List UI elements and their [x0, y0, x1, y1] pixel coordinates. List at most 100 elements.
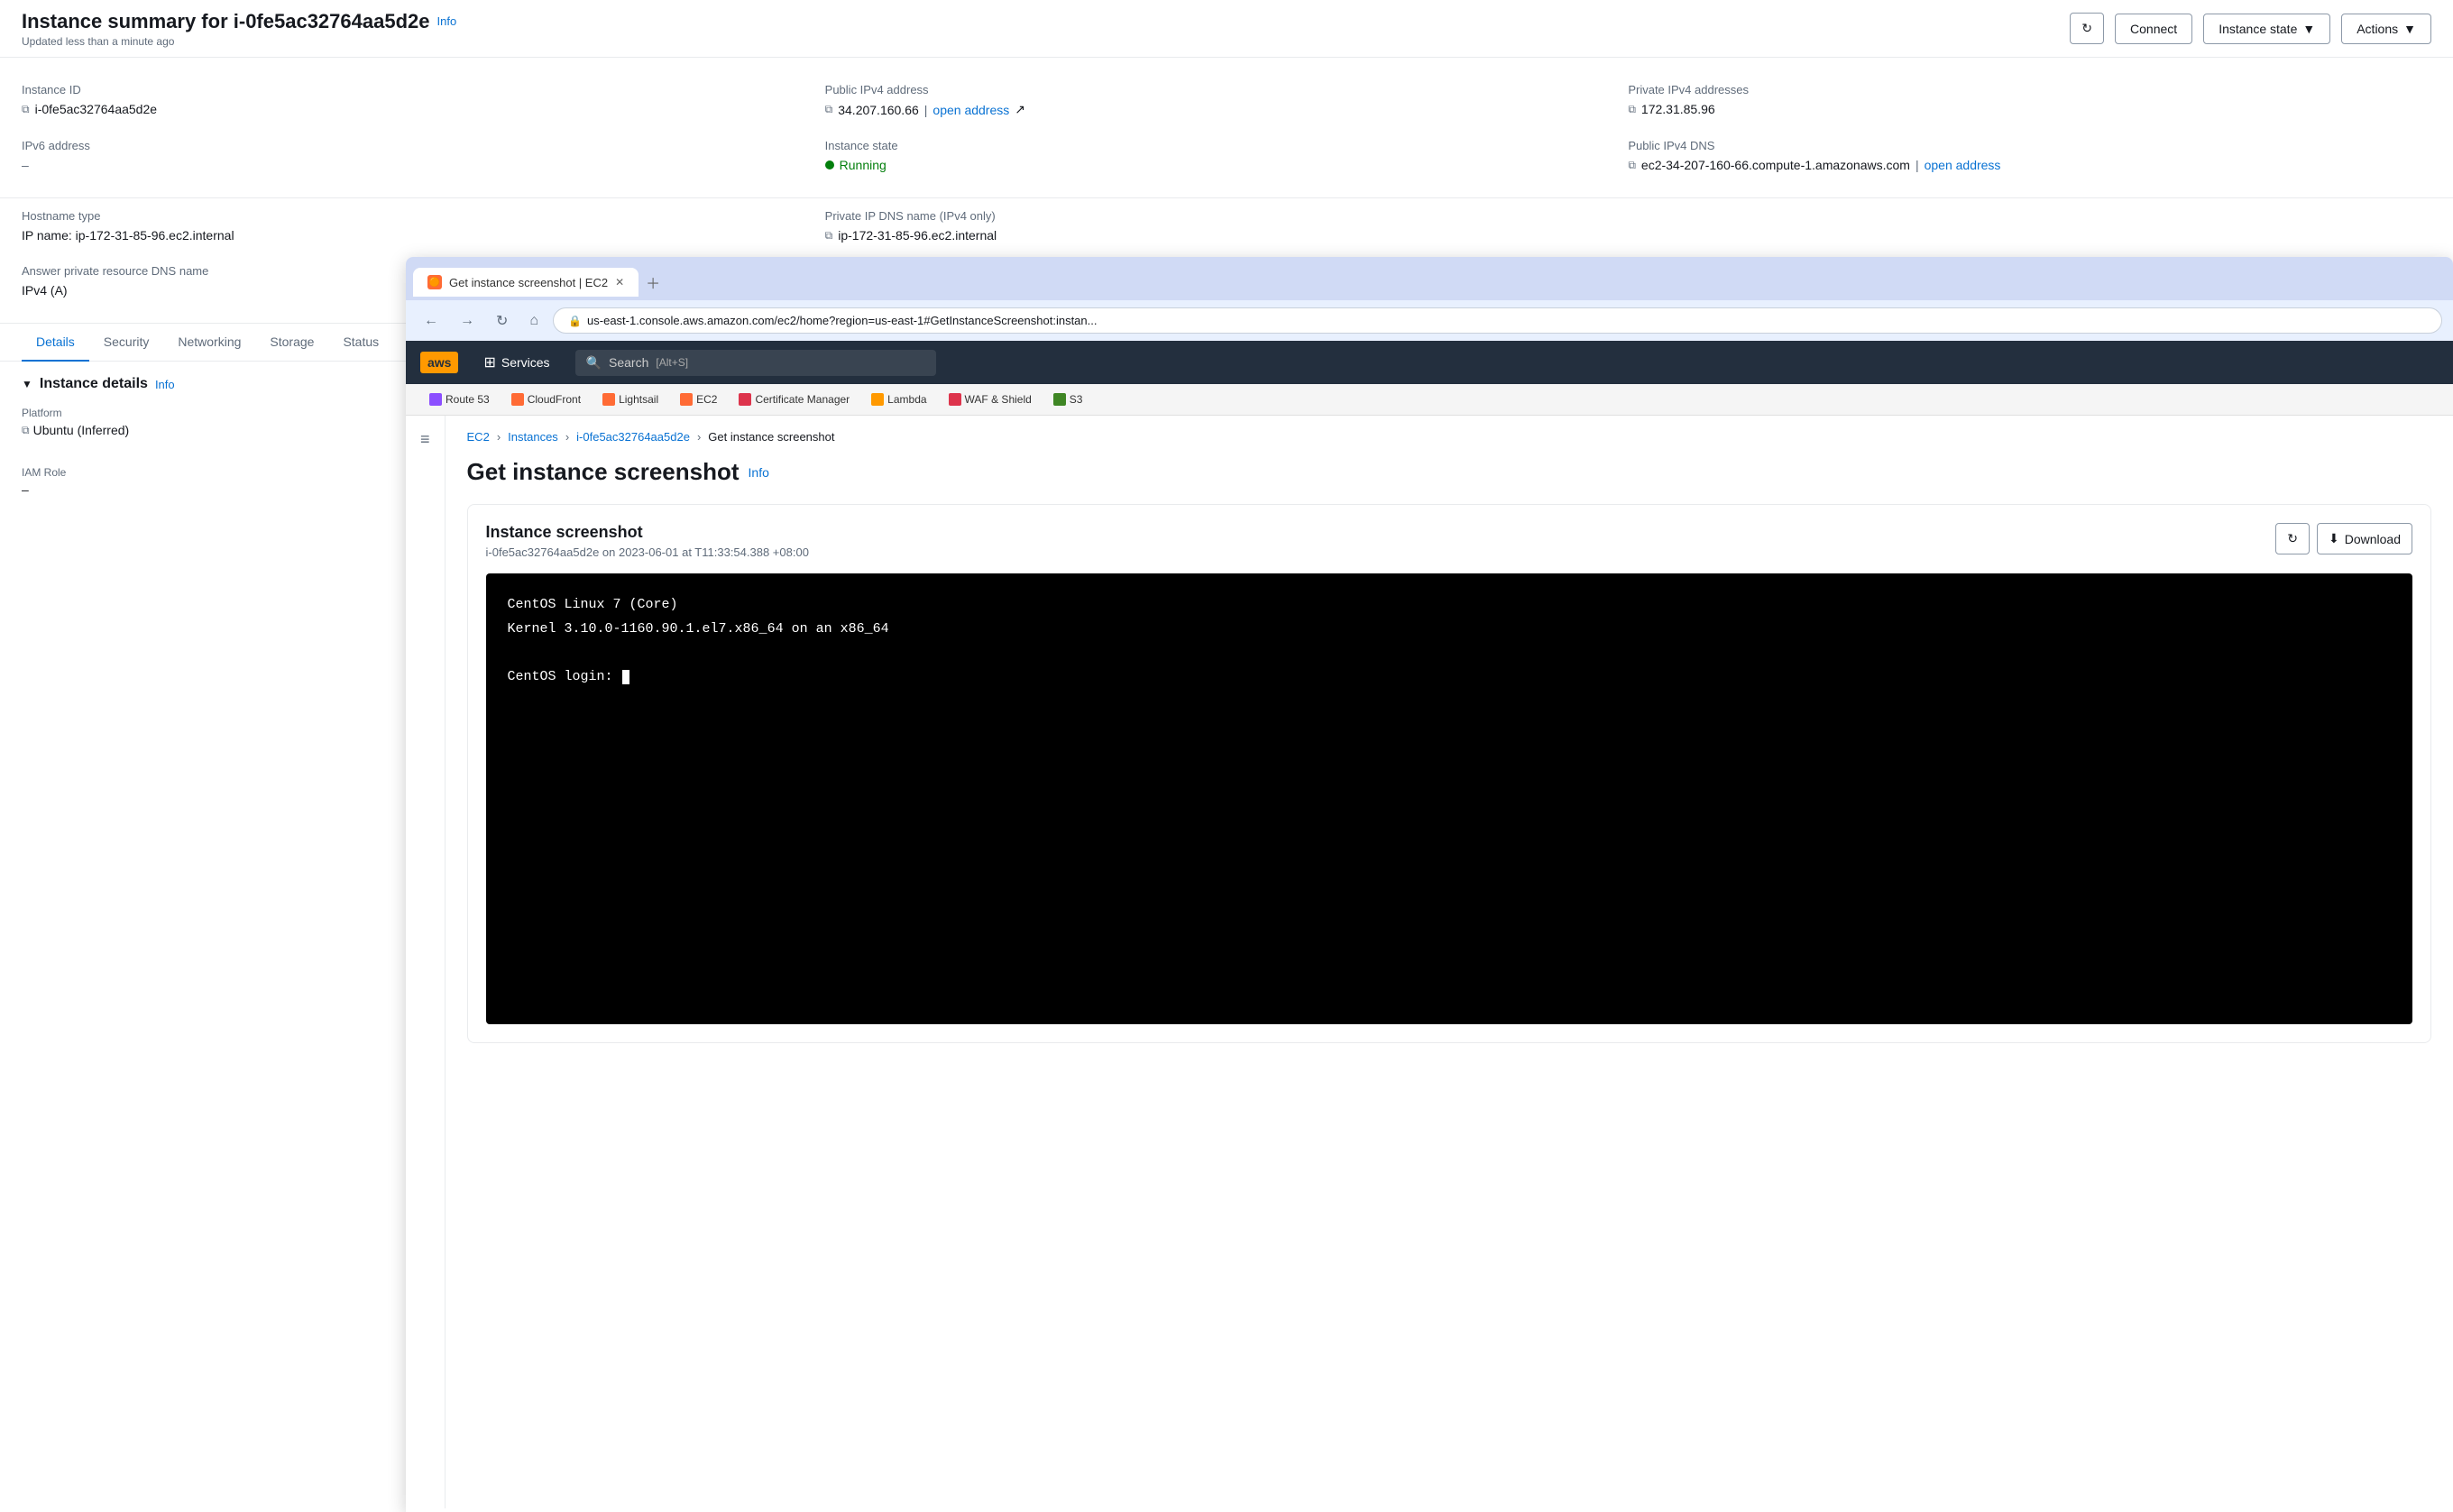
instance-id-value: ⧉ i-0fe5ac32764aa5d2e	[22, 102, 825, 116]
browser-tab-bar: 🟠 Get instance screenshot | EC2 ✕ ＋	[406, 257, 2453, 300]
aws-services-button[interactable]: ⊞ Services	[473, 346, 560, 379]
private-ipv4-label: Private IPv4 addresses	[1628, 83, 2431, 96]
status-dot	[825, 160, 834, 170]
search-icon: 🔍	[586, 355, 602, 371]
breadcrumb-instance-id[interactable]: i-0fe5ac32764aa5d2e	[576, 430, 690, 444]
breadcrumb-instances[interactable]: Instances	[508, 430, 558, 444]
s3-icon	[1053, 393, 1066, 406]
info-link[interactable]: Info	[436, 14, 456, 28]
bookmark-lambda[interactable]: Lambda	[862, 389, 935, 409]
bookmark-cert[interactable]: Certificate Manager	[730, 389, 859, 409]
breadcrumb-current: Get instance screenshot	[708, 430, 834, 444]
tab-storage[interactable]: Storage	[255, 324, 328, 362]
back-button[interactable]: ←	[417, 309, 446, 333]
terminal-screenshot: CentOS Linux 7 (Core) Kernel 3.10.0-1160…	[486, 573, 2412, 1024]
sidebar-toggle[interactable]: ≡	[406, 416, 446, 1508]
cloudfront-icon	[511, 393, 524, 406]
url-text: us-east-1.console.aws.amazon.com/ec2/hom…	[587, 314, 1097, 327]
public-dns-value: ⧉ ec2-34-207-160-66.compute-1.amazonaws.…	[1628, 158, 2431, 172]
instance-state-label: Instance state	[825, 139, 1629, 152]
new-tab-button[interactable]: ＋	[639, 264, 667, 300]
aws-search-bar[interactable]: 🔍 Search [Alt+S]	[575, 350, 936, 376]
hostname-type-section: Hostname type IP name: ip-172-31-85-96.e…	[22, 198, 825, 253]
breadcrumb-sep3: ›	[697, 430, 701, 444]
home-button[interactable]: ⌂	[522, 309, 546, 333]
reload-button[interactable]: ↻	[489, 308, 515, 334]
bookmark-ec2[interactable]: EC2	[671, 389, 726, 409]
route53-icon	[429, 393, 442, 406]
screenshot-panel-title: Instance screenshot	[486, 523, 809, 542]
terminal-cursor	[622, 670, 629, 684]
instance-id-section: Instance ID ⧉ i-0fe5ac32764aa5d2e	[22, 72, 825, 128]
bookmark-cloudfront[interactable]: CloudFront	[502, 389, 590, 409]
tab-security[interactable]: Security	[89, 324, 164, 362]
waf-icon	[949, 393, 961, 406]
cert-icon	[739, 393, 751, 406]
terminal-line-2: Kernel 3.10.0-1160.90.1.el7.x86_64 on an…	[508, 619, 2391, 640]
details-info-link[interactable]: Info	[155, 378, 175, 391]
copy-icon[interactable]: ⧉	[22, 424, 30, 437]
bookmark-lightsail[interactable]: Lightsail	[593, 389, 667, 409]
chevron-down-icon: ▼	[2302, 22, 2315, 36]
lambda-icon	[871, 393, 884, 406]
updated-text: Updated less than a minute ago	[22, 35, 456, 48]
lock-icon: 🔒	[568, 315, 582, 327]
copy-icon[interactable]: ⧉	[825, 229, 833, 243]
browser-tab[interactable]: 🟠 Get instance screenshot | EC2 ✕	[413, 268, 639, 297]
screenshot-download-button[interactable]: ⬇ Download	[2317, 523, 2412, 554]
forward-button[interactable]: →	[453, 309, 482, 333]
private-dns-label: Private IP DNS name (IPv4 only)	[825, 209, 1629, 223]
aws-logo-text: aws	[420, 352, 458, 373]
private-dns-value: ⧉ ip-172-31-85-96.ec2.internal	[825, 228, 1629, 243]
public-ipv4-section: Public IPv4 address ⧉ 34.207.160.66 | op…	[825, 72, 1629, 128]
ipv6-value: –	[22, 158, 825, 172]
copy-icon[interactable]: ⧉	[1628, 159, 1636, 172]
browser-overlay: 🟠 Get instance screenshot | EC2 ✕ ＋ ← → …	[406, 257, 2453, 1512]
tab-details[interactable]: Details	[22, 324, 89, 362]
public-ipv4-label: Public IPv4 address	[825, 83, 1629, 96]
connect-button[interactable]: Connect	[2115, 14, 2192, 44]
url-bar[interactable]: 🔒 us-east-1.console.aws.amazon.com/ec2/h…	[553, 307, 2442, 334]
address-bar: ← → ↻ ⌂ 🔒 us-east-1.console.aws.amazon.c…	[406, 300, 2453, 341]
breadcrumb: EC2 › Instances › i-0fe5ac32764aa5d2e › …	[467, 430, 2431, 444]
refresh-button[interactable]: ↻	[2070, 13, 2104, 44]
aws-nav-bar: aws ⊞ Services 🔍 Search [Alt+S]	[406, 341, 2453, 384]
tab-networking[interactable]: Networking	[163, 324, 255, 362]
breadcrumb-ec2[interactable]: EC2	[467, 430, 490, 444]
public-dns-label: Public IPv4 DNS	[1628, 139, 2431, 152]
external-link-icon: ↗	[1015, 102, 1025, 117]
page-info-link[interactable]: Info	[749, 465, 769, 480]
copy-icon[interactable]: ⧉	[1628, 103, 1636, 116]
lightsail-icon	[602, 393, 615, 406]
ipv6-label: IPv6 address	[22, 139, 825, 152]
copy-icon[interactable]: ⧉	[22, 103, 30, 116]
top-bar-left: Instance summary for i-0fe5ac32764aa5d2e…	[22, 10, 456, 48]
instance-details-grid: Instance ID ⧉ i-0fe5ac32764aa5d2e Public…	[0, 58, 2453, 198]
breadcrumb-sep1: ›	[497, 430, 501, 444]
running-status: Running	[825, 158, 887, 172]
instance-state-section: Instance state Running	[825, 128, 1629, 183]
breadcrumb-sep2: ›	[565, 430, 569, 444]
tab-close-button[interactable]: ✕	[615, 276, 624, 289]
hostname-type-value: IP name: ip-172-31-85-96.ec2.internal	[22, 228, 825, 243]
terminal-line-4: CentOS login:	[508, 667, 2391, 688]
bookmark-route53[interactable]: Route 53	[420, 389, 499, 409]
screenshot-refresh-button[interactable]: ↻	[2275, 523, 2310, 554]
bookmark-waf[interactable]: WAF & Shield	[940, 389, 1041, 409]
browser-tab-title: Get instance screenshot | EC2	[449, 276, 608, 289]
public-ipv4-value: ⧉ 34.207.160.66 | open address ↗	[825, 102, 1629, 117]
instance-state-value: Running	[825, 158, 1629, 172]
download-icon: ⬇	[2329, 531, 2339, 546]
open-dns-link[interactable]: open address	[1925, 158, 2001, 172]
aws-logo: aws	[420, 352, 458, 373]
tab-status[interactable]: Status	[328, 324, 393, 362]
copy-icon[interactable]: ⧉	[825, 103, 833, 116]
chevron-down-icon: ▼	[22, 378, 32, 390]
bookmark-s3[interactable]: S3	[1044, 389, 1092, 409]
private-ipv4-section: Private IPv4 addresses ⧉ 172.31.85.96	[1628, 72, 2431, 128]
open-address-link[interactable]: open address	[933, 103, 1009, 117]
instance-state-button[interactable]: Instance state ▼	[2203, 14, 2330, 44]
actions-button[interactable]: Actions ▼	[2341, 14, 2431, 44]
background-page: Instance summary for i-0fe5ac32764aa5d2e…	[0, 0, 2453, 1512]
browser-tab-icon: 🟠	[427, 275, 442, 289]
